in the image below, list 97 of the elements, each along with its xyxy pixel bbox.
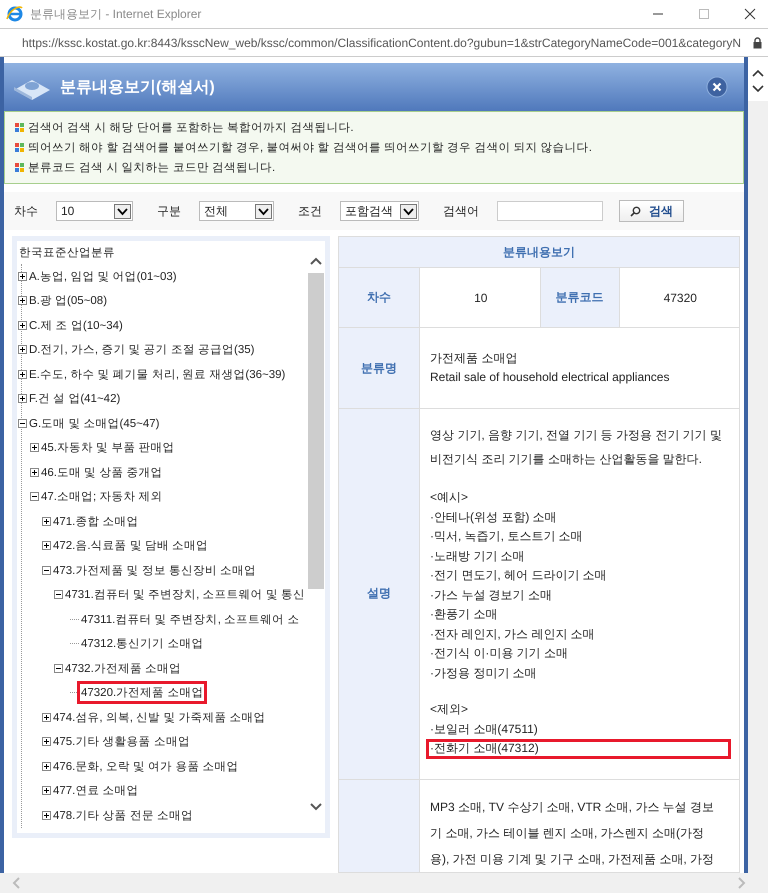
tree-item[interactable]: D.전기, 가스, 증기 및 공기 조절 공급업(35) <box>25 338 259 362</box>
tree-item[interactable]: 4732.가전제품 소매업 <box>61 656 185 680</box>
scroll-up-icon[interactable] <box>310 257 322 265</box>
address-field[interactable]: https://kssc.kostat.go.kr:8443/ksscNew_web/kssc/common/ClassificationContent.do?gubun=1&strCategoryNameCode=001&categoryN <box>22 36 751 50</box>
expand-icon[interactable] <box>18 296 27 306</box>
tree-item[interactable]: 4731.컴퓨터 및 주변장치, 소프트웨어 및 통신 <box>61 583 307 606</box>
description-line: 용), 가전 미용 기계 및 기구 소매, 가전제품 소매, 가정 <box>429 850 716 868</box>
description-line: ·안테나(위성 포함) 소매 <box>429 508 558 526</box>
expand-icon[interactable] <box>42 810 51 820</box>
description-line: ·노래방 기기 소매 <box>429 548 526 564</box>
dropdown[interactable]: 포함검색 <box>340 201 419 221</box>
collapse-icon[interactable] <box>54 590 63 600</box>
tree-item[interactable]: C.제 조 업(10~34) <box>25 314 127 337</box>
tree-item[interactable]: 47320.가전제품 소매업 <box>77 681 208 704</box>
tree-item[interactable]: F.건 설 업(41~42) <box>25 387 124 410</box>
description-line: ·환풍기 소매 <box>429 606 498 623</box>
popup-title: 분류내용보기(해설서) <box>60 78 215 98</box>
expand-icon[interactable] <box>30 468 39 477</box>
tree-item[interactable]: 47312.통신기기 소매업 <box>77 632 208 656</box>
bullet-icon <box>15 123 24 132</box>
browser-logo-icon <box>6 5 24 23</box>
expand-icon[interactable] <box>18 272 27 281</box>
collapse-icon[interactable] <box>42 566 51 575</box>
notice-text: 분류코드 검색 시 일치하는 코드만 검색됩니다. <box>28 161 276 175</box>
field-label: 분류코드 <box>540 268 620 327</box>
expand-icon[interactable] <box>18 394 27 404</box>
description-line: ·가정용 정미기 소매 <box>429 664 538 682</box>
scroll-up-icon[interactable] <box>752 69 764 77</box>
expand-icon[interactable] <box>42 712 51 722</box>
keyword-label: 검색어 <box>443 202 479 220</box>
description-line: <제외> <box>429 701 470 718</box>
expand-icon[interactable] <box>42 541 51 550</box>
expand-icon[interactable] <box>18 345 27 354</box>
notice-text: 띄어쓰기 해야 할 검색어를 붙여쓰기할 경우, 붙여써야 할 검색어를 띄어쓰기할 경우 검색이 되지 않습니다. <box>28 141 592 155</box>
collapse-icon[interactable] <box>30 492 39 502</box>
expand-icon[interactable] <box>42 737 51 746</box>
tree-item[interactable]: 47.소매업; 자동차 제외 <box>37 485 167 508</box>
expand-icon[interactable] <box>42 516 51 526</box>
dropdown[interactable]: 전체 <box>199 201 274 221</box>
scroll-down-icon[interactable] <box>310 803 322 811</box>
description-line: Retail sale of household electrical appliances <box>429 369 670 386</box>
tree-item[interactable]: 477.연료 소매업 <box>49 779 143 802</box>
collapse-icon[interactable] <box>54 664 63 673</box>
tree-item[interactable]: E.수도, 하수 및 폐기물 처리, 원료 재생업(36~39) <box>25 362 290 386</box>
tree-root: 한국표준산업분류 <box>19 246 116 260</box>
field-label: 설명 <box>339 409 420 778</box>
description-line: MP3 소매, TV 수상기 소매, VTR 소매, 가스 누설 경보 <box>429 798 716 816</box>
tree-item[interactable]: 47311.컴퓨터 및 주변장치, 소프트웨어 소 <box>77 608 304 631</box>
field-label: 차수 <box>339 268 420 327</box>
description-line: ·전자 레인지, 가스 레인지 소매 <box>429 626 596 642</box>
tree-item[interactable]: 478.기타 상품 전문 소매업 <box>49 804 197 827</box>
close-icon[interactable] <box>706 76 728 98</box>
description-line: ·보일러 소매(47511) <box>429 720 539 738</box>
close-icon[interactable] <box>744 8 756 20</box>
description-line: <예시> <box>429 489 470 506</box>
bullet-icon <box>15 163 24 172</box>
tree-item[interactable]: B.광 업(05~08) <box>25 289 112 312</box>
scroll-down-icon[interactable] <box>752 85 764 93</box>
filter-label: 차수 <box>14 202 38 220</box>
tree-item[interactable]: 45.자동차 및 부품 판매업 <box>37 436 179 460</box>
scrollbar[interactable] <box>307 241 325 833</box>
dropdown[interactable]: 10 <box>56 201 133 221</box>
field-label: 분류명 <box>339 328 420 408</box>
description-line: 영상 기기, 음향 기기, 전열 기기 등 가정용 전기 기기 및 비전기식 조리 기기를 소매하는 산업활동을 말한다. <box>429 427 724 468</box>
search-button[interactable]: 검색 <box>619 200 684 222</box>
expand-icon[interactable] <box>18 370 27 379</box>
tree-item[interactable]: 473.가전제품 및 정보 통신장비 소매업 <box>49 558 260 582</box>
bullet-icon <box>15 143 24 152</box>
keyword-field[interactable] <box>497 201 603 221</box>
description-line: ·가스 누설 경보기 소매 <box>429 586 553 604</box>
filter-label: 구분 <box>157 202 181 220</box>
notice-text: 검색어 검색 시 해당 단어를 포함하는 복합어까지 검색됩니다. <box>28 121 354 135</box>
description-line: ·전기식 이·미용 기기 소매 <box>429 645 569 662</box>
description-line: 기 소매, 가스 테이블 렌지 소매, 가스렌지 소매(가정 <box>429 824 706 842</box>
tree-item[interactable]: 476.문화, 오락 및 여가 용품 소매업 <box>49 754 243 778</box>
description-line: ·전기 면도기, 헤어 드라이기 소매 <box>429 567 608 584</box>
description-line: 가전제품 소매업 <box>429 350 518 366</box>
description-line: ·믹서, 녹즙기, 토스트기 소매 <box>429 528 584 545</box>
field-value: 10 <box>473 290 488 306</box>
tree-item[interactable]: G.도매 및 소매업(45~47) <box>25 412 164 435</box>
tree-item[interactable]: 474.섬유, 의복, 신발 및 가죽제품 소매업 <box>49 706 270 729</box>
tree-item[interactable]: 46.도매 및 상품 중개업 <box>37 460 167 484</box>
expand-icon[interactable] <box>42 786 51 796</box>
search-icon <box>630 206 641 216</box>
filter-label: 조건 <box>298 202 322 220</box>
expand-icon[interactable] <box>30 443 39 452</box>
detail-title: 분류내용보기 <box>339 237 739 268</box>
tree-item[interactable]: 475.기타 생활용품 소매업 <box>49 730 194 754</box>
window-title: 분류내용보기 - Internet Explorer <box>30 6 202 22</box>
field-value: 47320 <box>662 290 698 306</box>
lock-icon <box>753 36 762 48</box>
tree-item[interactable]: 471.종합 소매업 <box>49 510 143 533</box>
collapse-icon[interactable] <box>18 418 27 428</box>
expand-icon[interactable] <box>42 762 51 771</box>
tree-item[interactable]: 472.음.식료품 및 담배 소매업 <box>49 534 212 558</box>
expand-icon[interactable] <box>18 320 27 330</box>
tree-item[interactable]: A.농업, 임업 및 어업(01~03) <box>25 264 181 288</box>
